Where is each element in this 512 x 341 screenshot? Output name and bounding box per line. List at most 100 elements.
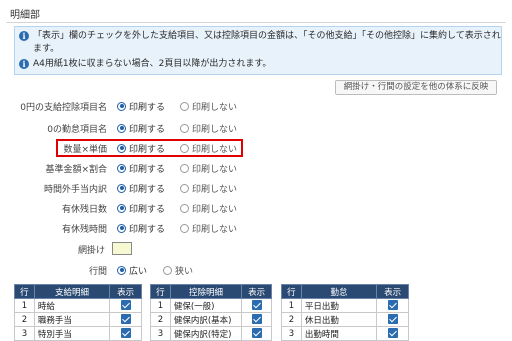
- column-header: 行: [150, 284, 171, 299]
- item-name: 特別手当: [33, 326, 111, 341]
- display-checkbox[interactable]: [376, 298, 409, 313]
- option-label: 有休残日数: [61, 204, 107, 215]
- option-row-base-rate: 基準金額×割合 印刷する 印刷しない: [0, 161, 512, 175]
- table-header: 行 支給明細 表示: [14, 284, 142, 299]
- table-header: 行 勤怠 表示: [281, 284, 409, 299]
- info-line-2: i A4用紙1枚に収まらない場合、2頁目以降が出力されます。: [19, 58, 271, 71]
- reflect-settings-button[interactable]: 網掛け・行間の設定を他の体系に反映: [335, 80, 497, 95]
- radio-print-on[interactable]: 印刷する: [117, 182, 165, 195]
- radio-print-off[interactable]: 印刷しない: [180, 162, 237, 175]
- radio-spacing-narrow[interactable]: 狭い: [163, 264, 193, 277]
- display-checkbox[interactable]: [109, 298, 142, 313]
- display-checkbox[interactable]: [109, 326, 142, 341]
- radio-empty-icon: [180, 101, 189, 111]
- info-line-1: i 「表示」欄のチェックを外した支給項目、又は控除項目の金額は、「その他支給」「…: [19, 30, 501, 56]
- checkbox-checked-icon: [251, 314, 262, 325]
- row-number: 3: [150, 326, 171, 341]
- table-row: 1 平日出勤: [281, 298, 409, 313]
- display-checkbox[interactable]: [241, 326, 272, 341]
- column-header: 行: [281, 284, 302, 299]
- line-spacing-row: 行間 広い 狭い: [0, 263, 512, 277]
- radio-selected-icon: [117, 123, 126, 133]
- option-row-leave-days: 有休残日数 印刷する 印刷しない: [0, 201, 512, 215]
- payment-items-table: 行 支給明細 表示 1 時給 2 職務手当 3 特別手当: [14, 284, 142, 341]
- item-name: 平日出勤: [300, 298, 378, 313]
- radio-print-on[interactable]: 印刷する: [117, 100, 165, 113]
- radio-selected-icon: [117, 163, 126, 173]
- option-row-zero-attendance: 0の勤怠項目名 印刷する 印刷しない: [0, 121, 512, 135]
- title-divider: [6, 22, 506, 23]
- radio-selected-icon: [117, 101, 126, 111]
- radio-empty-icon: [180, 223, 189, 233]
- radio-print-off[interactable]: 印刷しない: [180, 100, 237, 113]
- item-name: 職務手当: [33, 312, 111, 327]
- item-name: 健保内訳(特定): [169, 326, 243, 341]
- display-checkbox[interactable]: [241, 298, 272, 313]
- column-header: 表示: [241, 284, 272, 299]
- checkbox-checked-icon: [120, 300, 131, 311]
- radio-empty-icon: [180, 203, 189, 213]
- radio-print-on[interactable]: 印刷する: [117, 202, 165, 215]
- info-text-2: A4用紙1枚に収まらない場合、2頁目以降が出力されます。: [33, 59, 272, 69]
- radio-print-on[interactable]: 印刷する: [117, 162, 165, 175]
- radio-empty-icon: [180, 163, 189, 173]
- option-label: 有休残時間: [61, 224, 107, 235]
- column-header: 行: [14, 284, 35, 299]
- checkbox-checked-icon: [387, 314, 398, 325]
- radio-selected-icon: [117, 265, 126, 275]
- line-spacing-label: 行間: [88, 266, 107, 277]
- table-header: 行 控除明細 表示: [150, 284, 272, 299]
- info-icon: i: [19, 31, 29, 41]
- column-header: 表示: [376, 284, 409, 299]
- radio-selected-icon: [117, 203, 126, 213]
- radio-print-off[interactable]: 印刷しない: [180, 222, 237, 235]
- table-row: 2 健保内訳(基本): [150, 312, 272, 327]
- display-checkbox[interactable]: [376, 326, 409, 341]
- radio-empty-icon: [180, 123, 189, 133]
- option-label: 0円の支給控除項目名: [20, 102, 107, 113]
- deduction-items-table: 行 控除明細 表示 1 健保(一般) 2 健保内訳(基本) 3 健保内訳(特定): [150, 284, 272, 341]
- info-text-1: 「表示」欄のチェックを外した支給項目、又は控除項目の金額は、「その他支給」「その…: [33, 31, 501, 54]
- radio-spacing-wide[interactable]: 広い: [117, 264, 147, 277]
- item-name: 休日出勤: [300, 312, 378, 327]
- row-number: 2: [281, 312, 302, 327]
- checkbox-checked-icon: [387, 300, 398, 311]
- option-label: 時間外手当内訳: [43, 184, 107, 195]
- attendance-items-table: 行 勤怠 表示 1 平日出勤 2 休日出勤 3 出勤時間: [281, 284, 409, 341]
- column-header: 勤怠: [300, 284, 378, 299]
- highlight-box: [56, 139, 243, 157]
- row-number: 1: [14, 298, 35, 313]
- table-row: 1 健保(一般): [150, 298, 272, 313]
- row-number: 3: [14, 326, 35, 341]
- radio-print-on[interactable]: 印刷する: [117, 222, 165, 235]
- radio-selected-icon: [117, 223, 126, 233]
- radio-empty-icon: [163, 265, 172, 275]
- radio-print-off[interactable]: 印刷しない: [180, 202, 237, 215]
- checkbox-checked-icon: [120, 314, 131, 325]
- radio-selected-icon: [117, 183, 126, 193]
- radio-print-off[interactable]: 印刷しない: [180, 122, 237, 135]
- radio-print-on[interactable]: 印刷する: [117, 122, 165, 135]
- shading-row: 網掛け: [0, 242, 512, 256]
- option-row-overtime: 時間外手当内訳 印刷する 印刷しない: [0, 181, 512, 195]
- option-row-zero-yen-items: 0円の支給控除項目名 印刷する 印刷しない: [0, 99, 512, 113]
- display-checkbox[interactable]: [376, 312, 409, 327]
- checkbox-checked-icon: [251, 328, 262, 339]
- table-row: 3 健保内訳(特定): [150, 326, 272, 341]
- item-name: 時給: [33, 298, 111, 313]
- option-label: 基準金額×割合: [45, 164, 107, 175]
- checkbox-checked-icon: [387, 328, 398, 339]
- table-row: 2 職務手当: [14, 312, 142, 327]
- radio-print-off[interactable]: 印刷しない: [180, 182, 237, 195]
- table-row: 3 特別手当: [14, 326, 142, 341]
- column-header: 表示: [109, 284, 142, 299]
- display-checkbox[interactable]: [109, 312, 142, 327]
- radio-empty-icon: [180, 183, 189, 193]
- item-name: 健保(一般): [169, 298, 243, 313]
- column-header: 控除明細: [169, 284, 243, 299]
- row-number: 2: [150, 312, 171, 327]
- row-number: 1: [281, 298, 302, 313]
- info-icon: i: [19, 59, 29, 69]
- shading-color-swatch[interactable]: [112, 242, 132, 255]
- display-checkbox[interactable]: [241, 312, 272, 327]
